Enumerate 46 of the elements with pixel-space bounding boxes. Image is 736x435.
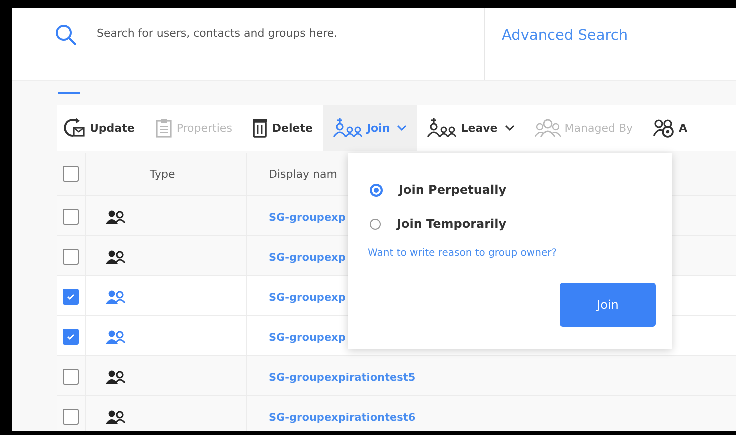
trash-icon <box>252 118 268 138</box>
group-name-link[interactable]: SG-groupexpirationtest5 <box>269 372 416 384</box>
advanced-search-link[interactable]: Advanced Search <box>502 28 628 44</box>
reason-link[interactable]: Want to write reason to group owner? <box>368 248 672 259</box>
group-name-link[interactable]: SG-groupexp <box>269 212 346 224</box>
toolbar-button[interactable]: Update <box>57 105 145 151</box>
toolbar-button[interactable]: A <box>643 105 698 151</box>
radio-option[interactable]: Join Temporarily <box>370 207 672 241</box>
search-field[interactable]: Search for users, contacts and groups here. <box>97 23 457 44</box>
group-icon <box>106 330 126 344</box>
toolbar-button[interactable]: Join <box>322 105 418 151</box>
group-icon <box>106 250 126 264</box>
chevron-down-icon <box>397 125 408 131</box>
checkbox[interactable] <box>63 368 79 385</box>
group-icon <box>106 410 126 424</box>
checkbox[interactable] <box>63 408 79 425</box>
refresh-mail-icon <box>64 118 86 138</box>
column-header: Display nam <box>269 168 338 180</box>
radio-button[interactable] <box>370 218 381 230</box>
clipboard-icon <box>154 118 173 138</box>
group-name-link[interactable]: SG-groupexp <box>269 252 346 264</box>
checkbox[interactable] <box>63 328 79 345</box>
group-name-link[interactable]: SG-groupexp <box>269 292 346 304</box>
group-name-link[interactable]: SG-groupexpirationtest6 <box>269 412 416 424</box>
people-plus-icon <box>427 118 458 138</box>
group-icon <box>106 210 126 224</box>
group-icon <box>106 290 126 304</box>
group-icon <box>106 370 126 384</box>
people-gear-icon <box>653 118 675 138</box>
radio-option[interactable]: Join Perpetually <box>370 173 672 207</box>
radio-button[interactable] <box>370 184 383 196</box>
people-plus-icon <box>332 118 363 138</box>
chevron-down-icon <box>504 125 515 131</box>
column-header: Type <box>150 168 176 180</box>
search-icon <box>54 23 78 47</box>
checkbox[interactable] <box>63 288 79 305</box>
toolbar-button[interactable]: Delete <box>242 105 323 151</box>
check-icon <box>66 292 76 302</box>
checkbox[interactable] <box>63 208 79 225</box>
checkbox[interactable] <box>63 166 79 182</box>
checkbox[interactable] <box>63 248 79 265</box>
check-icon <box>66 332 76 342</box>
group-name-link[interactable]: SG-groupexp <box>269 332 346 344</box>
toolbar-button[interactable]: Leave <box>417 105 525 151</box>
join-button[interactable]: Join <box>560 283 656 327</box>
people-group-icon <box>534 118 561 138</box>
